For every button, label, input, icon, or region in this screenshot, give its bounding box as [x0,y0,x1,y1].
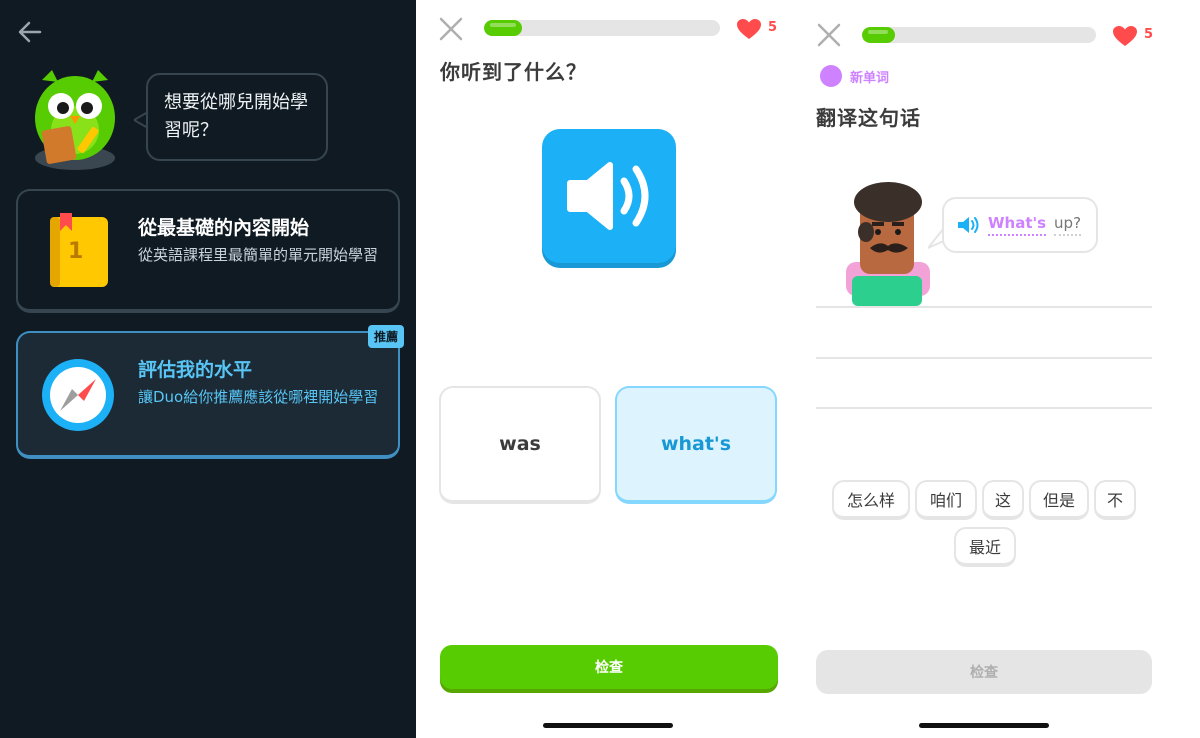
hearts-count: 5 [1144,27,1154,42]
word-up[interactable]: up? [1054,214,1082,236]
lesson-progress-bar [862,27,1096,43]
assess-title: 評估我的水平 [138,359,253,381]
new-word-icon [820,65,842,87]
assess-level-option[interactable]: 推薦 評估我的水平 讓Duo給你推薦應該從哪裡開始學習 [16,325,404,459]
basics-title: 從最基礎的內容開始 [138,217,310,239]
lesson-progress-fill [862,27,895,43]
tile-label: 咱们 [929,491,962,510]
hearts-count: 5 [768,20,778,35]
choice-label: was [499,433,541,455]
exercise-prompt: 你听到了什么？ [440,60,587,84]
basics-description: 從英語課程里最簡單的單元開始學習 [138,246,379,264]
compass-icon [42,359,114,431]
duo-owl-mascot [35,70,115,170]
tile-label: 但是 [1042,491,1075,510]
check-button-disabled[interactable]: 检查 [816,650,1152,694]
word-tile-danshi[interactable]: 但是 [1029,480,1089,520]
heart-icon [1113,26,1137,46]
choice-whats[interactable]: what's [615,386,777,504]
character-illustration [846,182,930,306]
recommended-badge: 推薦 [367,325,404,348]
owl-speech-bubble: 想要從哪兒開始學習呢？ [146,73,328,161]
answer-line [816,407,1152,409]
tile-label: 不 [1106,491,1123,510]
tile-label: 这 [994,491,1011,510]
speaker-icon [567,162,649,230]
translation-exercise-panel: 5 新单词 翻译这句话 What's up? 怎么样 咱们 这 但是 不 最近 … [798,0,1200,738]
home-indicator [919,723,1049,728]
close-icon[interactable] [816,22,842,48]
check-label: 检查 [970,665,998,681]
progress-shine [868,30,888,34]
sentence-bubble: What's up? [942,197,1098,253]
choice-label: what's [660,433,732,455]
exercise-title: 翻译这句话 [816,106,921,130]
choice-was[interactable]: was [439,386,601,504]
close-icon[interactable] [438,16,464,42]
new-word-tag: 新单词 [820,65,889,87]
word-tile-zhe[interactable]: 这 [982,480,1024,520]
tile-label: 最近 [968,538,1001,557]
heart-icon [737,19,761,39]
listening-exercise-panel: 5 你听到了什么？ was what's 检查 [416,0,798,738]
back-arrow-icon[interactable] [16,18,44,46]
word-tile-zuijin[interactable]: 最近 [954,527,1016,567]
word-tile-bu[interactable]: 不 [1094,480,1136,520]
new-word-whats[interactable]: What's [988,214,1047,236]
check-button[interactable]: 检查 [440,645,778,689]
start-from-basics-option[interactable]: 1 從最基礎的內容開始 從英語課程里最簡單的單元開始學習 [16,189,400,313]
answer-line [816,306,1152,308]
book-number: 1 [68,239,84,264]
home-indicator [543,723,673,728]
check-label: 检查 [595,660,623,676]
bubble-text: 想要從哪兒開始學習呢？ [164,92,308,141]
speaker-icon[interactable] [956,215,980,235]
new-word-label: 新单词 [850,70,890,86]
play-audio-button[interactable] [542,129,676,263]
tile-label: 怎么样 [846,491,895,510]
placement-panel: 想要從哪兒開始學習呢？ 1 從最基礎的內容開始 從英語課程里最簡單的單元開始學習… [0,0,416,738]
lesson-progress-fill [484,20,522,36]
progress-shine [490,23,517,27]
lesson-progress-bar [484,20,720,36]
answer-line [816,357,1152,359]
word-tile-zenmeyang[interactable]: 怎么样 [832,480,910,520]
word-tile-zanmen[interactable]: 咱们 [915,480,977,520]
assess-description: 讓Duo給你推薦應該從哪裡開始學習 [138,388,379,406]
